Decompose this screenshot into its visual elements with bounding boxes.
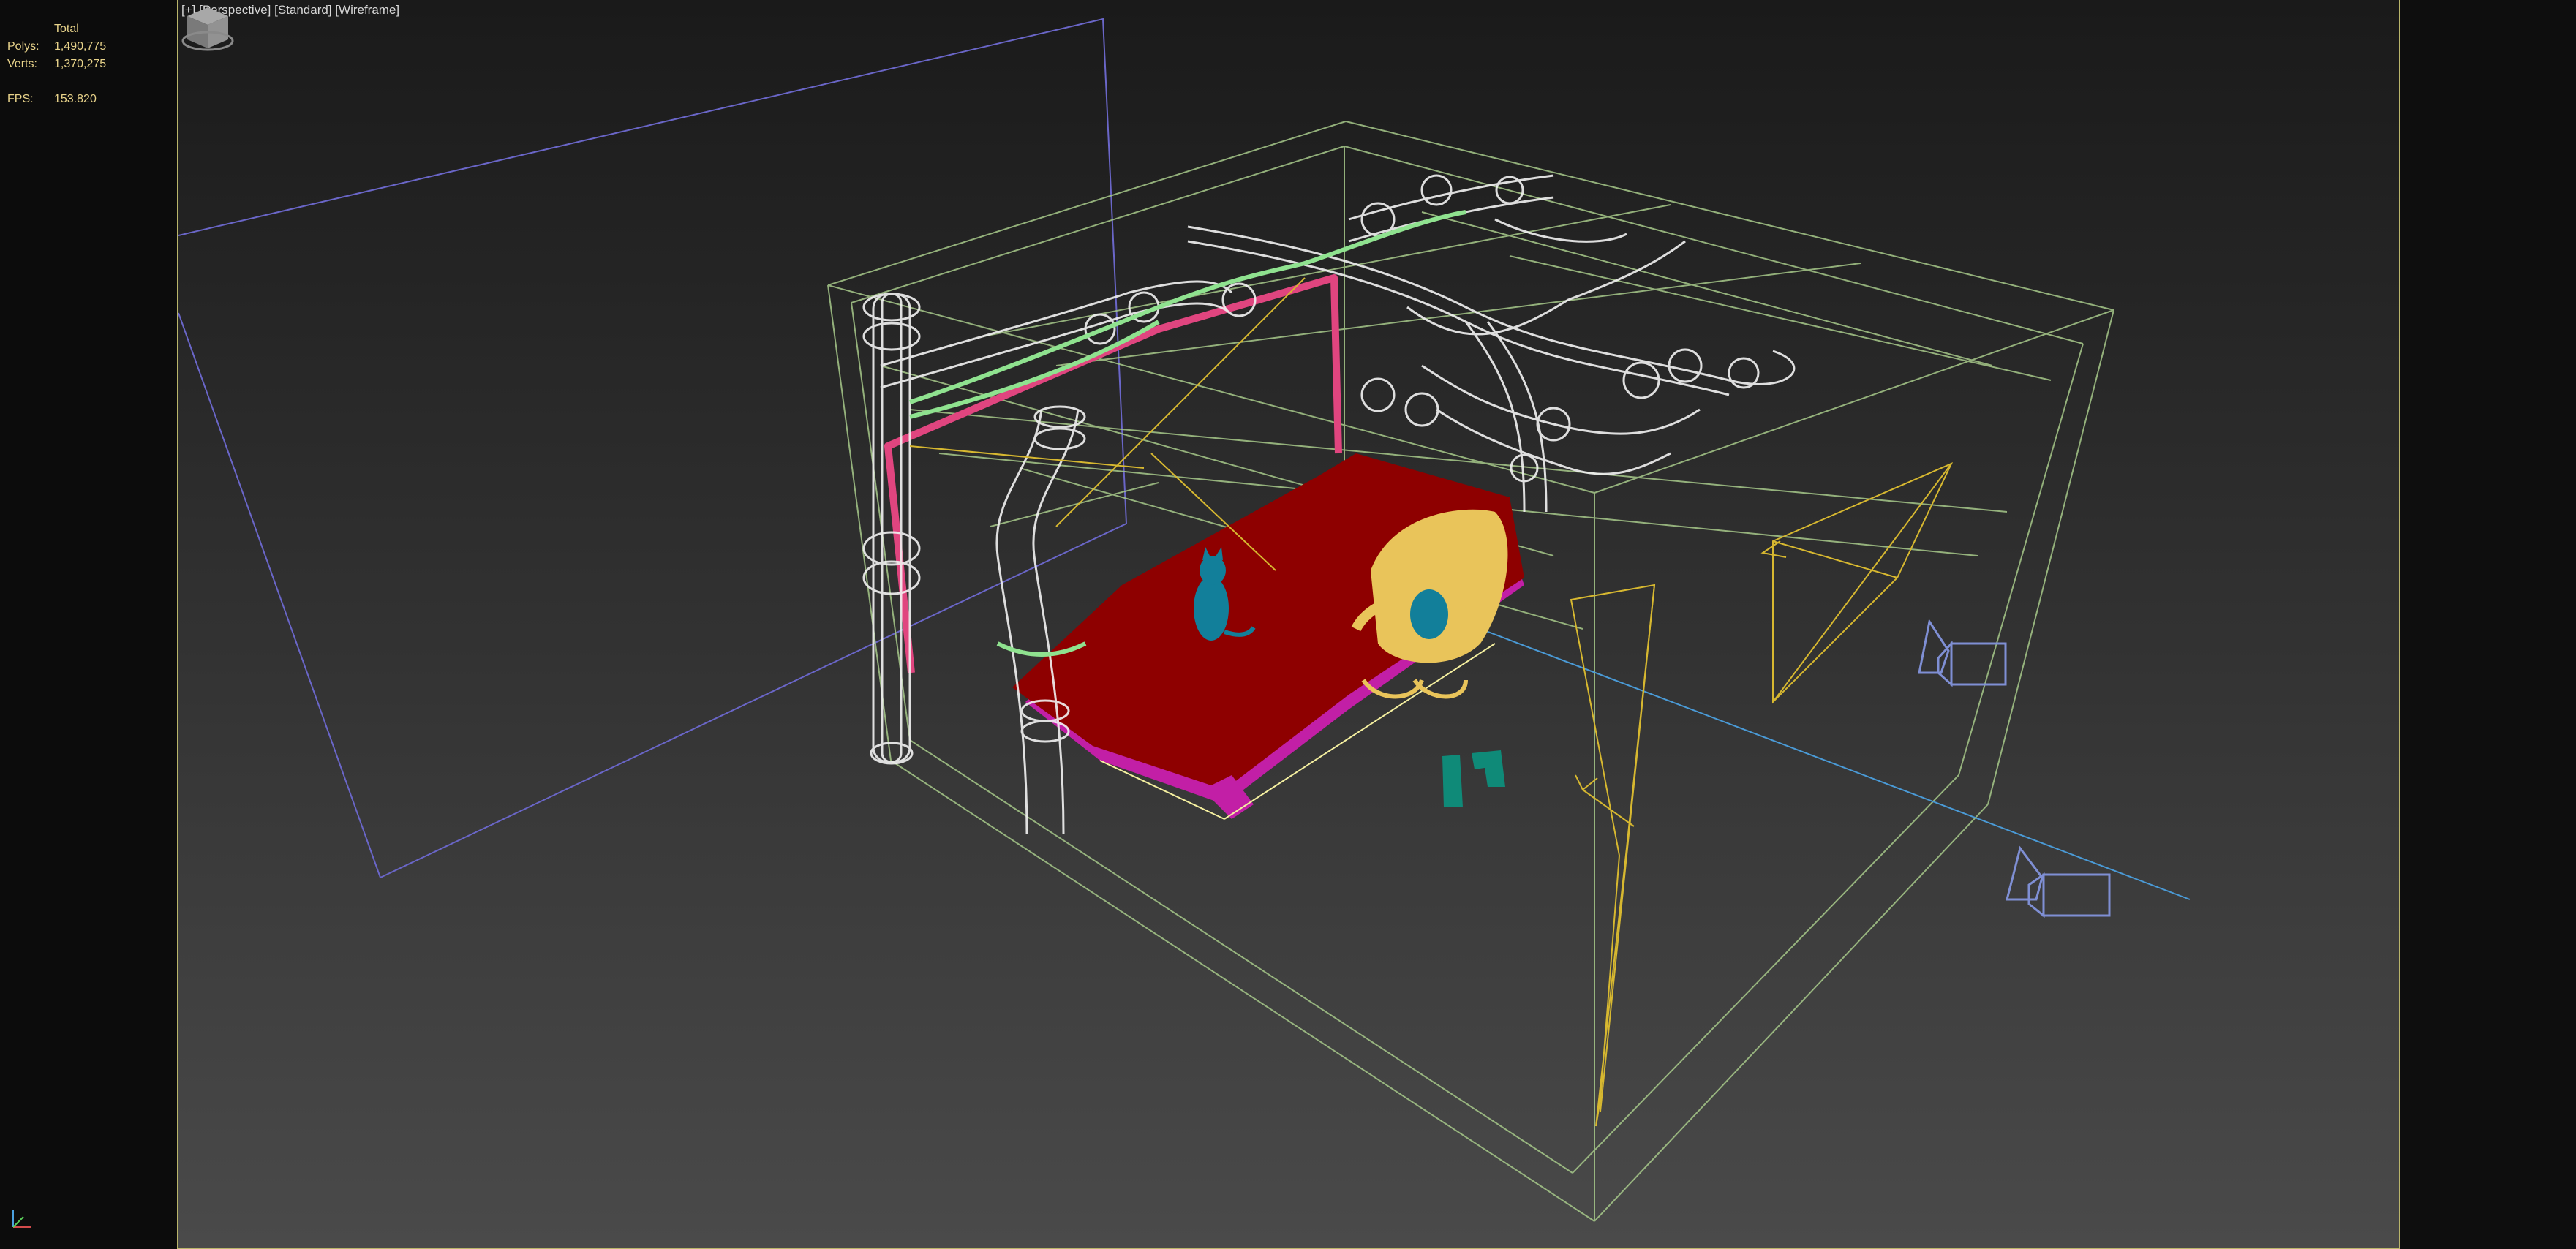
fps-label: FPS: (7, 93, 34, 105)
verts-label: Verts: (7, 58, 37, 70)
fps-value: 153.820 (54, 93, 97, 105)
stats-header: Total (54, 23, 79, 35)
scene-wireframe[interactable] (178, 0, 2399, 1248)
viewcube-icon[interactable] (178, 0, 237, 59)
shading-style[interactable]: [Standard] (274, 3, 331, 17)
statistics-overlay: Total Polys: 1,490,775 Verts: 1,370,275 … (7, 20, 106, 108)
render-mode[interactable]: [Wireframe] (335, 3, 399, 17)
camera-objects (1918, 619, 2111, 918)
xyz-axis-icon (12, 1210, 31, 1228)
polys-label: Polys: (7, 40, 39, 53)
camera-target-line (1480, 628, 2191, 900)
polys-value: 1,490,775 (54, 40, 107, 53)
verts-value: 1,370,275 (54, 58, 107, 70)
room-box-wireframe (827, 121, 2114, 1222)
floor-bins (1442, 750, 1505, 807)
reference-plane (178, 18, 1128, 879)
perspective-viewport[interactable]: [+] [Perspective] [Standard] [Wireframe] (177, 0, 2400, 1249)
right-panel (2399, 0, 2576, 1249)
left-panel (0, 0, 177, 1249)
